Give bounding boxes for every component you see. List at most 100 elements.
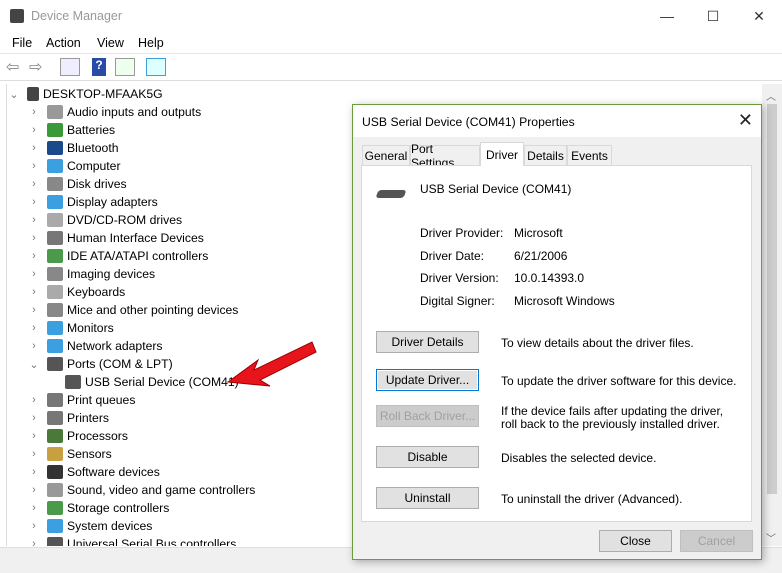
tree-item[interactable]: › Audio inputs and outputs (27, 103, 201, 121)
chevron-right-icon[interactable]: › (27, 124, 41, 136)
chevron-right-icon[interactable]: › (27, 430, 41, 442)
tree-item[interactable]: › Sensors (27, 445, 112, 463)
device-category-icon (47, 537, 63, 546)
tree-item[interactable]: › System devices (27, 517, 152, 535)
minimize-button[interactable]: — (644, 0, 690, 32)
menu-help[interactable]: Help (138, 36, 164, 50)
chevron-right-icon[interactable]: › (27, 538, 41, 546)
chevron-right-icon[interactable]: › (27, 484, 41, 496)
tree-item-label: Mice and other pointing devices (67, 303, 239, 317)
roll-back-driver-button[interactable]: Roll Back Driver... (376, 405, 479, 427)
device-category-icon (47, 105, 63, 119)
chevron-right-icon[interactable]: › (27, 160, 41, 172)
chevron-down-icon[interactable]: ⌄ (27, 358, 41, 371)
tab-driver[interactable]: Driver (480, 142, 524, 166)
tree-item-label: Storage controllers (67, 501, 170, 515)
chevron-right-icon[interactable]: › (27, 466, 41, 478)
action-pane-icon[interactable] (115, 58, 135, 76)
device-category-icon (47, 519, 63, 533)
forward-icon[interactable]: ⇨ (29, 57, 49, 76)
tab-details[interactable]: Details (524, 145, 567, 165)
scroll-up-icon[interactable]: ︿ (766, 88, 776, 103)
tree-item[interactable]: › Monitors (27, 319, 114, 337)
tree-item[interactable]: › Software devices (27, 463, 160, 481)
device-category-icon (47, 447, 63, 461)
menu-action[interactable]: Action (46, 36, 81, 50)
chevron-right-icon[interactable]: › (27, 178, 41, 190)
chevron-right-icon[interactable]: › (27, 394, 41, 406)
scroll-thumb[interactable] (767, 104, 777, 494)
tree-item[interactable]: › Mice and other pointing devices (27, 301, 238, 319)
tab-events[interactable]: Events (567, 145, 612, 165)
tree-item[interactable]: › Printers (27, 409, 109, 427)
chevron-right-icon[interactable]: › (27, 448, 41, 460)
chevron-right-icon[interactable]: › (27, 502, 41, 514)
tree-item[interactable]: › Storage controllers (27, 499, 169, 517)
tree-root[interactable]: ⌄ DESKTOP-MFAAK5G (7, 85, 163, 103)
chevron-right-icon[interactable]: › (27, 520, 41, 532)
menu-view[interactable]: View (97, 36, 124, 50)
tree-item[interactable]: › Human Interface Devices (27, 229, 204, 247)
dialog-title: USB Serial Device (COM41) Properties (362, 115, 575, 129)
scroll-down-icon[interactable]: ﹀ (766, 530, 776, 545)
tree-item[interactable]: › Batteries (27, 121, 115, 139)
scan-hardware-icon[interactable] (146, 58, 166, 76)
update-driver-button[interactable]: Update Driver... (376, 369, 479, 391)
uninstall-desc: To uninstall the driver (Advanced). (501, 492, 683, 506)
back-icon[interactable]: ⇦ (6, 57, 26, 76)
dialog-close-button[interactable]: ✕ (738, 110, 753, 131)
uninstall-button[interactable]: Uninstall (376, 487, 479, 509)
tree-item[interactable]: › Keyboards (27, 283, 125, 301)
device-category-icon (47, 321, 63, 335)
chevron-right-icon[interactable]: › (27, 304, 41, 316)
tree-item[interactable]: › Universal Serial Bus controllers (27, 535, 236, 546)
show-hide-console-tree-icon[interactable] (60, 58, 80, 76)
cancel-button[interactable]: Cancel (680, 530, 753, 552)
chevron-right-icon[interactable]: › (27, 268, 41, 280)
chevron-right-icon[interactable]: › (27, 142, 41, 154)
tree-item[interactable]: › Imaging devices (27, 265, 155, 283)
tree-item-label: System devices (67, 519, 153, 533)
tree-item[interactable]: › Network adapters (27, 337, 163, 355)
chevron-right-icon[interactable]: › (27, 340, 41, 352)
chevron-right-icon[interactable]: › (27, 232, 41, 244)
close-dialog-button[interactable]: Close (599, 530, 672, 552)
tree-item[interactable]: › Sound, video and game controllers (27, 481, 255, 499)
properties-dialog: USB Serial Device (COM41) Properties ✕ G… (352, 104, 762, 560)
tab-port-settings[interactable]: Port Settings (410, 142, 480, 170)
tree-item[interactable]: › Disk drives (27, 175, 127, 193)
tree-item[interactable]: › Computer (27, 157, 121, 175)
chevron-right-icon[interactable]: › (27, 286, 41, 298)
chevron-right-icon[interactable]: › (27, 412, 41, 424)
chevron-right-icon[interactable]: › (27, 250, 41, 262)
tree-item[interactable]: › Bluetooth (27, 139, 119, 157)
device-category-icon (47, 267, 63, 281)
tree-item[interactable]: › Print queues (27, 391, 135, 409)
chevron-right-icon[interactable]: › (27, 106, 41, 118)
tree-item-label: Network adapters (67, 339, 163, 353)
driver-details-button[interactable]: Driver Details (376, 331, 479, 353)
maximize-button[interactable]: ☐ (690, 0, 736, 32)
help-icon[interactable]: ? (92, 58, 106, 76)
tree-item-label: Display adapters (67, 195, 158, 209)
chevron-right-icon[interactable]: › (27, 196, 41, 208)
chevron-down-icon[interactable]: ⌄ (7, 88, 21, 101)
close-button[interactable]: ✕ (736, 0, 782, 32)
tree-item[interactable]: › Display adapters (27, 193, 158, 211)
chevron-right-icon[interactable]: › (27, 214, 41, 226)
tree-item[interactable]: › IDE ATA/ATAPI controllers (27, 247, 208, 265)
vertical-scrollbar[interactable]: ︿ ﹀ (762, 84, 782, 546)
tab-general[interactable]: General (362, 145, 410, 165)
device-category-icon (47, 195, 63, 209)
computer-icon (27, 87, 39, 101)
tree-item-label: IDE ATA/ATAPI controllers (67, 249, 209, 263)
tree-item[interactable]: ⌄ Ports (COM & LPT) (27, 355, 173, 373)
tree-item[interactable]: › Processors (27, 427, 128, 445)
menu-file[interactable]: File (12, 36, 32, 50)
chevron-right-icon[interactable]: › (27, 322, 41, 334)
tree-item[interactable]: › DVD/CD-ROM drives (27, 211, 182, 229)
toolbar: ⇦ ⇨ ? (0, 54, 782, 81)
disable-button[interactable]: Disable (376, 446, 479, 468)
tree-item[interactable]: USB Serial Device (COM41) (45, 373, 239, 391)
field-label: Driver Version: (420, 271, 499, 285)
